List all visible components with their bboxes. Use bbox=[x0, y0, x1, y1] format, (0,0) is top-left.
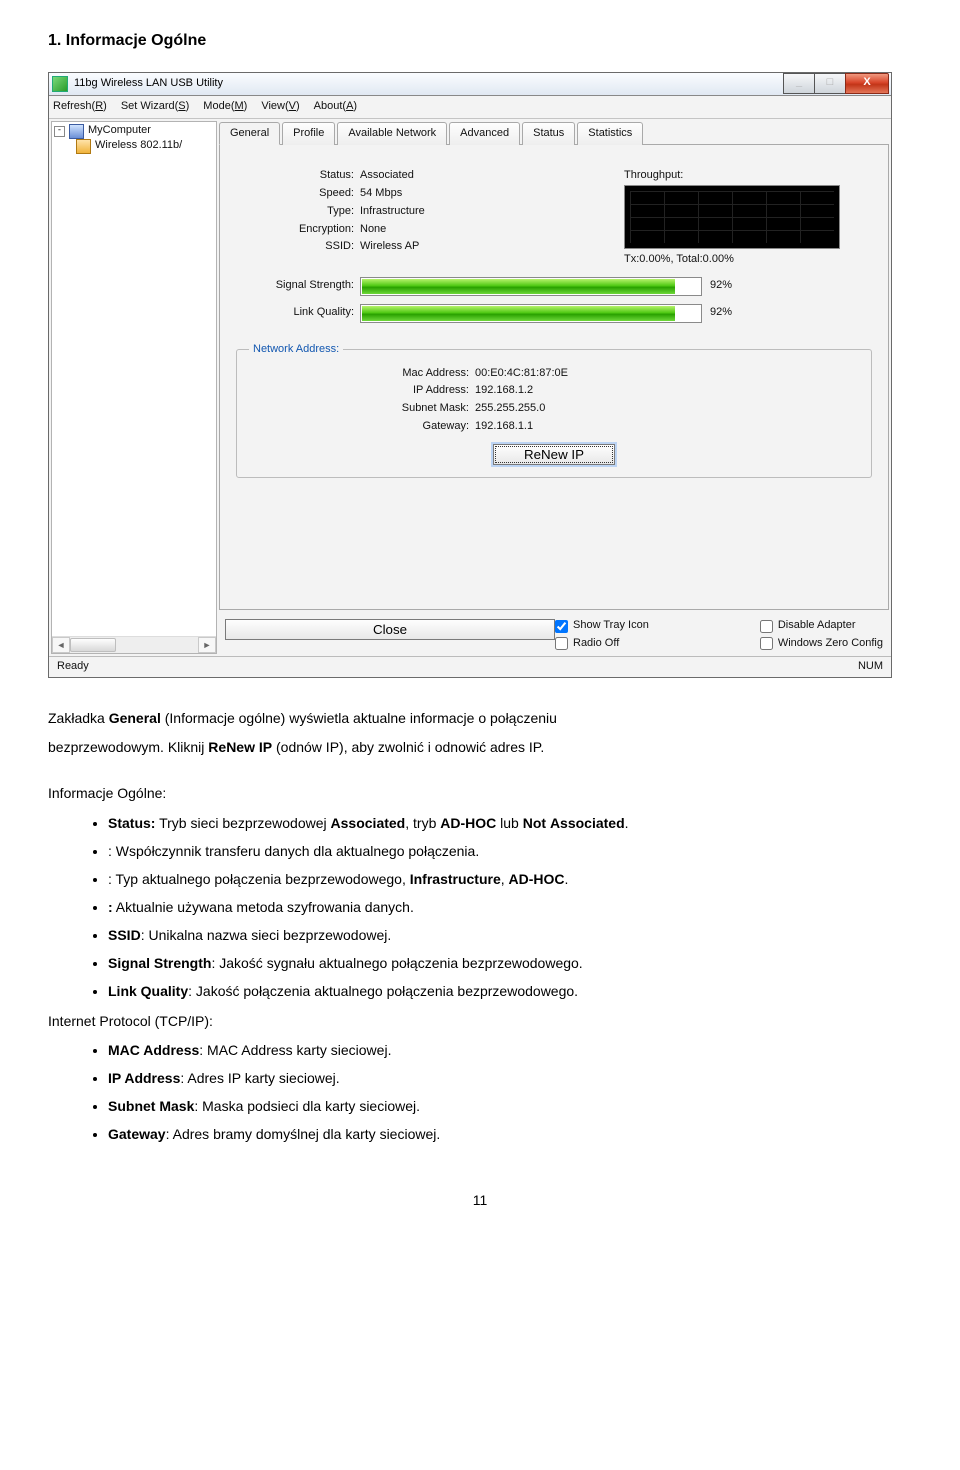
wifi-card-icon bbox=[76, 139, 91, 154]
close-window-button[interactable]: X bbox=[845, 73, 889, 94]
type-label: Type: bbox=[234, 205, 360, 219]
page-number: 11 bbox=[48, 1188, 912, 1214]
subnet-label: Subnet Mask: bbox=[249, 402, 475, 416]
menubar: Refresh(R) Set Wizard(S) Mode(M) View(V)… bbox=[49, 96, 891, 119]
renew-ip-button[interactable]: ReNew IP bbox=[493, 444, 615, 465]
menu-mode[interactable]: Mode(M) bbox=[203, 100, 247, 114]
status-value: Associated bbox=[360, 169, 414, 183]
ip-label: IP Address: bbox=[249, 384, 475, 398]
list-item: Subnet Mask: Maska podsieci dla karty si… bbox=[108, 1094, 912, 1120]
tab-available-network[interactable]: Available Network bbox=[337, 122, 447, 146]
status-right: NUM bbox=[858, 660, 883, 674]
tab-page-general: Status:Associated Speed:54 Mbps Type:Inf… bbox=[219, 145, 889, 610]
throughput-graph bbox=[624, 185, 840, 249]
radio-off-checkbox[interactable]: Radio Off bbox=[555, 637, 760, 651]
computer-icon bbox=[69, 124, 84, 139]
windows-zero-config-checkbox[interactable]: Windows Zero Config bbox=[760, 637, 883, 651]
speed-value: 54 Mbps bbox=[360, 187, 402, 201]
link-quality-label: Link Quality: bbox=[234, 306, 360, 320]
list-item: IP Address: Adres IP karty sieciowej. bbox=[108, 1066, 912, 1092]
mac-value: 00:E0:4C:81:87:0E bbox=[475, 367, 568, 381]
menu-about[interactable]: About(A) bbox=[314, 100, 357, 114]
minimize-button[interactable]: _ bbox=[783, 73, 815, 94]
app-icon bbox=[52, 76, 68, 92]
link-quality-value: 92% bbox=[710, 306, 732, 320]
statusbar: Ready NUM bbox=[49, 656, 891, 677]
menu-set-wizard[interactable]: Set Wizard(S) bbox=[121, 100, 189, 114]
ip-value: 192.168.1.2 bbox=[475, 384, 533, 398]
list-item: MAC Address: MAC Address karty sieciowej… bbox=[108, 1038, 912, 1064]
tab-profile[interactable]: Profile bbox=[282, 122, 335, 146]
list-item: Gateway: Adres bramy domyślnej dla karty… bbox=[108, 1122, 912, 1148]
doc-heading: 1. Informacje Ogólne bbox=[48, 26, 912, 56]
section-2-list: MAC Address: MAC Address karty sieciowej… bbox=[48, 1038, 912, 1148]
signal-strength-label: Signal Strength: bbox=[234, 279, 360, 293]
speed-label: Speed: bbox=[234, 187, 360, 201]
document-body: Zakładka General (Informacje ogólne) wyś… bbox=[48, 706, 912, 1148]
subnet-value: 255.255.255.0 bbox=[475, 402, 545, 416]
menu-refresh[interactable]: Refresh(R) bbox=[53, 100, 107, 114]
device-tree[interactable]: - MyComputer Wireless 802.11b/ ◄ ► bbox=[51, 121, 217, 654]
intro-line-2: bezprzewodowym. Kliknij ReNew IP (odnów … bbox=[48, 735, 912, 761]
status-left: Ready bbox=[57, 660, 89, 674]
list-item: SSID: Unikalna nazwa sieci bezprzewodowe… bbox=[108, 923, 912, 949]
tab-strip: General Profile Available Network Advanc… bbox=[219, 121, 889, 146]
close-button[interactable]: Close bbox=[225, 619, 555, 640]
link-quality-bar bbox=[360, 304, 702, 323]
list-item: : Aktualnie używana metoda szyfrowania d… bbox=[108, 895, 912, 921]
section-1-title: Informacje Ogólne: bbox=[48, 781, 912, 807]
tree-child-label[interactable]: Wireless 802.11b/ bbox=[95, 139, 182, 153]
type-value: Infrastructure bbox=[360, 205, 425, 219]
tree-root-label[interactable]: MyComputer bbox=[88, 124, 151, 138]
network-address-legend: Network Address: bbox=[249, 343, 343, 357]
intro-line-1: Zakładka General (Informacje ogólne) wyś… bbox=[48, 706, 912, 732]
signal-strength-bar bbox=[360, 277, 702, 296]
scroll-thumb[interactable] bbox=[70, 638, 116, 652]
gateway-value: 192.168.1.1 bbox=[475, 420, 533, 434]
list-item: : Typ aktualnego połączenia bezprzewodow… bbox=[108, 867, 912, 893]
tree-expander-icon[interactable]: - bbox=[54, 126, 65, 137]
signal-strength-value: 92% bbox=[710, 279, 732, 293]
encryption-value: None bbox=[360, 223, 386, 237]
disable-adapter-checkbox[interactable]: Disable Adapter bbox=[760, 619, 883, 633]
section-1-list: Status: Tryb sieci bezprzewodowej Associ… bbox=[48, 811, 912, 1004]
list-item: Status: Tryb sieci bezprzewodowej Associ… bbox=[108, 811, 912, 837]
tree-h-scrollbar[interactable]: ◄ ► bbox=[52, 636, 216, 653]
encryption-label: Encryption: bbox=[234, 223, 360, 237]
window-title: 11bg Wireless LAN USB Utility bbox=[74, 77, 223, 91]
tab-advanced[interactable]: Advanced bbox=[449, 122, 520, 146]
scroll-left-icon[interactable]: ◄ bbox=[52, 637, 70, 653]
scroll-right-icon[interactable]: ► bbox=[198, 637, 216, 653]
ssid-label: SSID: bbox=[234, 240, 360, 254]
network-address-group: Network Address: Mac Address:00:E0:4C:81… bbox=[236, 343, 872, 478]
window-controls: _ □ X bbox=[784, 73, 889, 94]
list-item: Signal Strength: Jakość sygnału aktualne… bbox=[108, 951, 912, 977]
ssid-value: Wireless AP bbox=[360, 240, 419, 254]
tab-status[interactable]: Status bbox=[522, 122, 575, 146]
list-item: Link Quality: Jakość połączenia aktualne… bbox=[108, 979, 912, 1005]
maximize-button[interactable]: □ bbox=[814, 73, 846, 94]
show-tray-icon-checkbox[interactable]: Show Tray Icon bbox=[555, 619, 760, 633]
mac-label: Mac Address: bbox=[249, 367, 475, 381]
gateway-label: Gateway: bbox=[249, 420, 475, 434]
titlebar: 11bg Wireless LAN USB Utility _ □ X bbox=[49, 73, 891, 96]
section-2-title: Internet Protocol (TCP/IP): bbox=[48, 1009, 912, 1035]
menu-view[interactable]: View(V) bbox=[261, 100, 299, 114]
tab-general[interactable]: General bbox=[219, 122, 280, 146]
app-window: 11bg Wireless LAN USB Utility _ □ X Refr… bbox=[48, 72, 892, 678]
throughput-stats: Tx:0.00%, Total:0.00% bbox=[624, 253, 840, 267]
throughput-label: Throughput: bbox=[624, 169, 840, 183]
tab-statistics[interactable]: Statistics bbox=[577, 122, 643, 146]
list-item: : Współczynnik transferu danych dla aktu… bbox=[108, 839, 912, 865]
status-label: Status: bbox=[234, 169, 360, 183]
